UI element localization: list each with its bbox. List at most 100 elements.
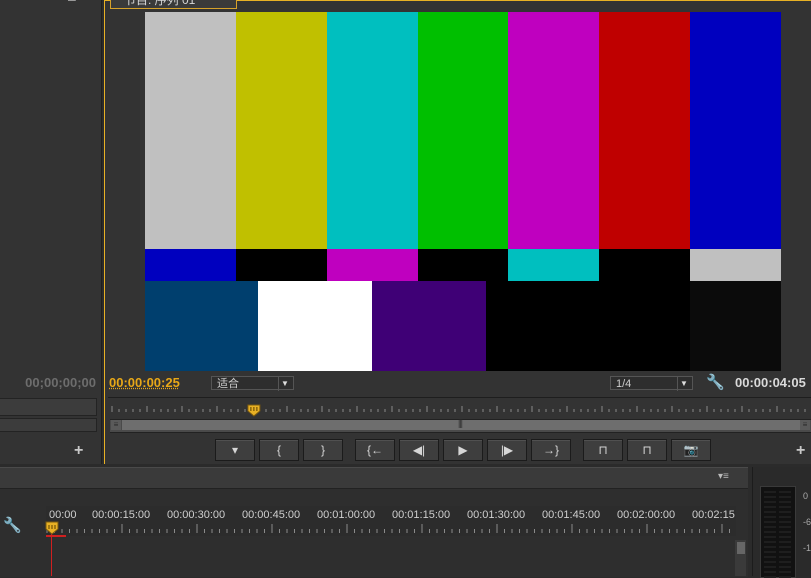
color-bar-top <box>417 12 509 249</box>
go-to-out-button[interactable]: →} <box>531 439 571 461</box>
source-panel-minimize-button[interactable]: – <box>68 0 76 7</box>
color-bar-top <box>690 12 781 249</box>
timeline-ruler-label: 00:02:15 <box>692 509 735 521</box>
chevron-down-icon: ▼ <box>278 377 291 391</box>
mark-out-button[interactable]: } <box>303 439 343 461</box>
meter-segment <box>779 571 791 573</box>
timeline-ruler-label: 00:01:45:00 <box>542 509 601 521</box>
monitor-ruler-ticks <box>111 404 806 417</box>
step-back-icon: ◀| <box>412 443 426 457</box>
zoom-right-handle[interactable]: ≡ <box>800 420 810 430</box>
meter-segment <box>764 556 776 558</box>
meter-segment <box>779 496 791 498</box>
meter-segment <box>764 506 776 508</box>
go-to-in-button[interactable]: {← <box>355 439 395 461</box>
program-monitor-tab-label[interactable]: 节目: 序列 01 <box>124 0 195 8</box>
color-bar-top <box>508 12 600 249</box>
color-bar-middle <box>145 249 237 281</box>
source-timecode[interactable]: 00;00;00;00 <box>0 375 96 390</box>
meter-segment <box>779 491 791 493</box>
duration-timecode: 00:00:04:05 <box>735 375 806 390</box>
monitor-time-ruler[interactable] <box>108 397 811 418</box>
lift-button[interactable]: ⊓ <box>583 439 623 461</box>
play-button[interactable]: ▶ <box>443 439 483 461</box>
timeline-settings-wrench-icon[interactable]: 🔧 <box>3 516 22 534</box>
meter-segment <box>779 556 791 558</box>
export-frame-button[interactable]: 📷 <box>671 439 711 461</box>
step-forward-icon: |▶ <box>500 443 514 457</box>
step-forward-button[interactable]: |▶ <box>487 439 527 461</box>
color-bar-bottom <box>486 281 661 371</box>
play-icon: ▶ <box>458 443 468 457</box>
meter-segment <box>764 541 776 543</box>
meter-segment <box>779 561 791 563</box>
color-bar-middle <box>508 249 600 281</box>
color-bar-bottom <box>258 281 373 371</box>
source-monitor-panel <box>0 0 102 464</box>
color-bar-middle <box>599 249 691 281</box>
color-bar-middle <box>417 249 509 281</box>
meter-segment <box>779 521 791 523</box>
step-back-button[interactable]: ◀| <box>399 439 439 461</box>
meter-segment <box>764 496 776 498</box>
video-preview <box>145 12 781 371</box>
playback-resolution-select[interactable]: 1/4 ▼ <box>610 376 693 391</box>
timeline-ruler-label: 00:00:30:00 <box>167 509 226 521</box>
add-marker-button[interactable]: ▾ <box>215 439 255 461</box>
meter-segment <box>764 561 776 563</box>
go-to-out-icon: →} <box>542 443 559 457</box>
monitor-add-button[interactable]: + <box>796 442 805 460</box>
color-bar-top <box>599 12 691 249</box>
meter-segment <box>779 551 791 553</box>
db-scale-label: 0 <box>803 491 809 501</box>
meter-segment <box>764 566 776 568</box>
zoom-left-handle[interactable]: ≡ <box>111 420 121 430</box>
timeline-scrollbar-thumb[interactable] <box>737 542 745 554</box>
add-marker-icon: ▾ <box>231 443 239 457</box>
meter-segment <box>779 541 791 543</box>
color-bar-bottom <box>660 281 691 371</box>
color-bar-top <box>235 12 328 249</box>
export-frame-icon: 📷 <box>683 443 699 457</box>
meter-segment <box>764 536 776 538</box>
mark-in-button[interactable]: { <box>259 439 299 461</box>
meter-segment <box>779 526 791 528</box>
meter-segment <box>779 546 791 548</box>
playhead-timecode[interactable]: 00:00:00:25 <box>109 375 180 390</box>
timeline-playhead-icon[interactable] <box>45 521 59 535</box>
source-add-button[interactable]: + <box>74 442 83 460</box>
meter-segment <box>764 521 776 523</box>
color-bar-bottom <box>145 281 259 371</box>
source-mini-ruler[interactable] <box>0 398 97 416</box>
tab-dropdown-icon[interactable]: ▾ <box>204 0 209 3</box>
color-bar-bottom <box>372 281 487 371</box>
tab-close-icon[interactable]: × <box>224 0 230 4</box>
timeline-ruler-label: 00:01:30:00 <box>467 509 526 521</box>
meter-segment <box>764 516 776 518</box>
meter-segment <box>779 501 791 503</box>
playback-resolution-value: 1/4 <box>616 378 632 390</box>
timeline-ruler-label: 00:02:00:00 <box>617 509 676 521</box>
meter-segment <box>779 531 791 533</box>
meter-segment <box>764 551 776 553</box>
meter-segment <box>764 511 776 513</box>
timeline-playhead-line[interactable] <box>51 534 52 576</box>
color-bar-bottom <box>690 281 781 371</box>
monitor-playhead-icon[interactable] <box>247 404 261 417</box>
lift-icon: ⊓ <box>598 443 608 457</box>
audio-meter <box>760 486 796 578</box>
timeline-ruler-label: 00:00 <box>49 509 77 521</box>
meter-segment <box>764 571 776 573</box>
timeline-header <box>0 468 748 489</box>
zoom-level-value: 适合 <box>217 378 239 390</box>
extract-button[interactable]: ⊓ <box>627 439 667 461</box>
mark-in-icon: { <box>276 443 281 457</box>
settings-wrench-icon[interactable]: 🔧 <box>706 373 725 391</box>
meter-segment <box>779 516 791 518</box>
meter-segment <box>779 536 791 538</box>
timeline-ruler-label: 00:00:45:00 <box>242 509 301 521</box>
source-zoom-bar[interactable] <box>0 418 97 432</box>
zoom-level-select[interactable]: 适合 ▼ <box>211 376 294 391</box>
panel-menu-icon[interactable]: ▾≡ <box>718 471 729 482</box>
meter-segment <box>779 506 791 508</box>
